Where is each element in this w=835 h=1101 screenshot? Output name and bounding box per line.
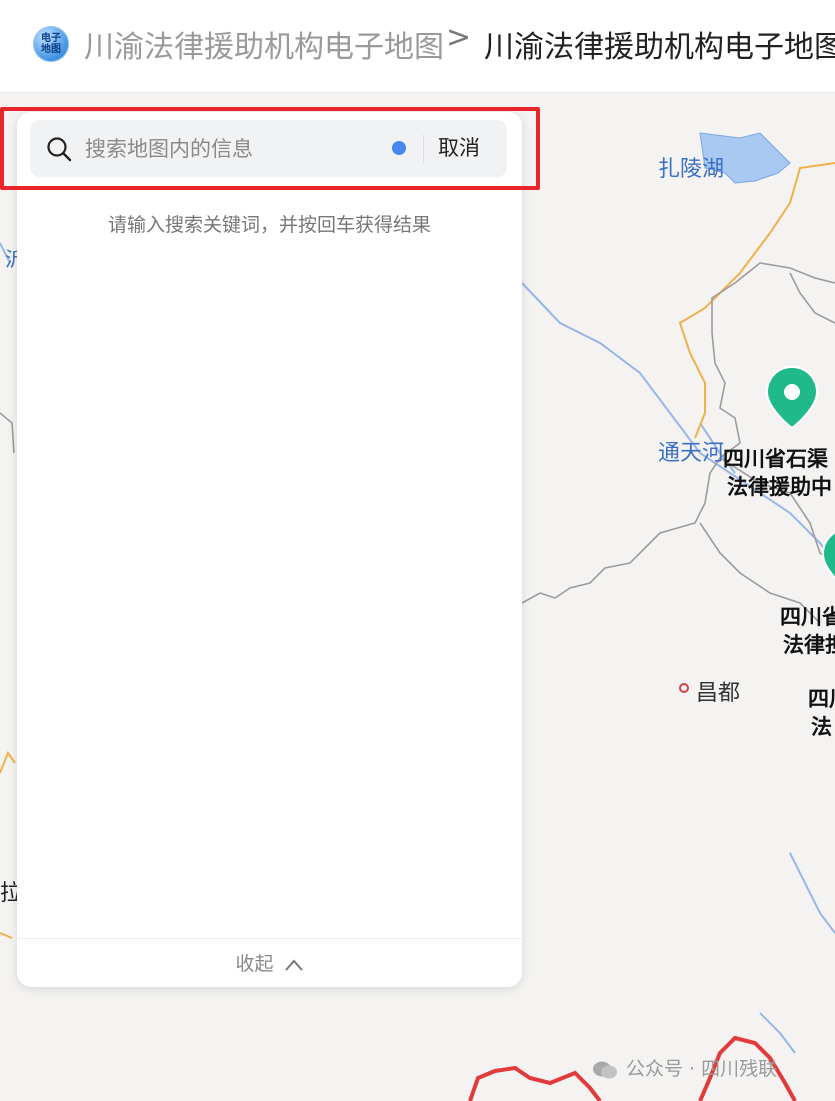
poi-label-shiqu[interactable]: 四川省石渠 法律援助中 [723,445,832,501]
poi-label-line: 四川省 [780,605,835,629]
search-panel: 取消 请输入搜索关键词，并按回车获得结果 收起 [17,112,522,987]
poi-label-line: 法律担 [783,633,835,657]
city-label-changdu[interactable]: 昌都 [696,675,740,707]
logo-text: 电子 地图 [41,33,61,55]
collapse-label: 收起 [235,953,274,975]
map-logo-icon: 电子 地图 [33,26,69,62]
collapse-bar: 收起 [17,938,522,987]
breadcrumb-parent[interactable]: 川渝法律援助机构电子地图 [84,22,444,66]
watermark: 公众号 · 四川残联 [592,1054,777,1081]
highlight-box [0,107,540,190]
collapse-button[interactable]: 收起 [17,949,522,976]
poi-label-line: 四川 [808,687,835,711]
search-hint: 请输入搜索关键词，并按回车获得结果 [107,214,431,236]
chevron-up-icon [284,958,303,971]
poi-label-line: 法律援助中 [727,475,832,499]
poi-label-2[interactable]: 四川省 法律担 [780,603,835,659]
breadcrumb-separator-icon: > [446,20,472,55]
watermark-text: 公众号 · 四川残联 [626,1058,778,1080]
lake-label: 扎陵湖 [658,157,725,182]
river-label: 通天河 [658,441,725,466]
breadcrumb-current: 川渝法律援助机构电子地图 [484,30,835,65]
wechat-icon [593,1061,617,1078]
poi-label-line: 四川省石渠 [723,447,828,471]
poi-label-line: 法 [811,715,832,739]
top-header: 电子 地图 川渝法律援助机构电子地图 > 川渝法律援助机构电子地图 [0,0,835,93]
poi-label-3[interactable]: 四川 法 [808,685,835,741]
